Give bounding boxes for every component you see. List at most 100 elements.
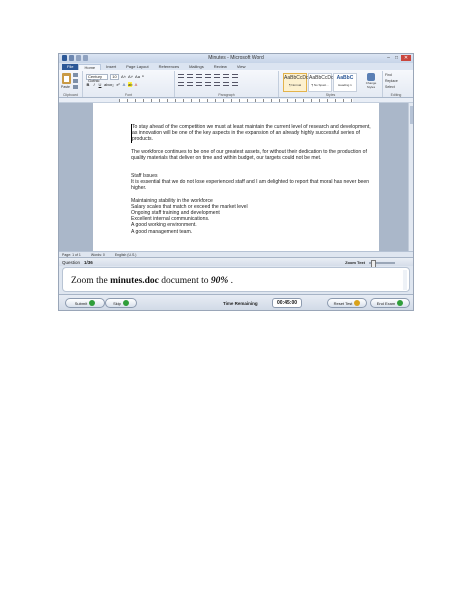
justify-icon[interactable] [205, 82, 211, 86]
align-right-icon[interactable] [196, 82, 202, 86]
maximize-button[interactable]: □ [393, 55, 400, 61]
question-prefix: Zoom the [71, 276, 111, 286]
paste-icon[interactable] [62, 73, 71, 84]
status-language[interactable]: English (U.S.) [115, 253, 137, 257]
cut-icon[interactable] [73, 73, 78, 77]
group-paragraph: Paragraph [175, 71, 279, 97]
question-file: minutes.doc [110, 276, 159, 286]
underline-icon[interactable]: U [98, 82, 102, 87]
group-label-font: Font [124, 93, 132, 97]
reset-icon [354, 300, 361, 306]
submit-button[interactable]: Submit [65, 298, 105, 308]
time-remaining-value: 00:45:00 [272, 298, 302, 308]
zoom-text-label: Zoom Text [345, 260, 365, 265]
exam-header: Question 1/36 Zoom Text [59, 257, 413, 268]
style-name: ¶ Normal [288, 83, 302, 87]
status-words[interactable]: Words: 0 [91, 253, 105, 257]
document-text[interactable]: To stay ahead of the competition we must… [131, 124, 371, 235]
align-left-icon[interactable] [178, 82, 184, 86]
style-no-spacing[interactable]: AaBbCcDc ¶ No Spaci... [308, 73, 334, 92]
replace-button[interactable]: Replace [385, 79, 398, 84]
window-controls: – □ ✕ [385, 55, 411, 61]
style-heading-1[interactable]: AaBbC Heading 1 [333, 73, 357, 92]
italic-icon[interactable]: I [92, 82, 96, 87]
minimize-button[interactable]: – [385, 55, 392, 61]
group-font: Century Gothic 10 A˄ A˅ Aa ᴬ B I U abc x… [83, 71, 175, 97]
style-preview: AaBbCcDc [284, 75, 309, 81]
document-page[interactable]: To stay ahead of the competition we must… [93, 103, 379, 251]
shrink-font-icon[interactable]: A˅ [128, 74, 133, 79]
sort-icon[interactable] [223, 74, 229, 78]
change-styles-icon [367, 73, 375, 81]
group-editing: Find Replace Select Editing [383, 71, 409, 97]
ruler-scale [119, 99, 353, 102]
exam-footer: Submit Skip Time Remaining 00:45:00 Rese… [59, 294, 413, 310]
style-preview: AaBbCcDc [309, 75, 334, 81]
numbering-icon[interactable] [187, 74, 193, 78]
zoom-text-slider[interactable] [369, 260, 395, 268]
vertical-scrollbar[interactable] [408, 103, 413, 251]
text-effects-icon[interactable]: A [122, 82, 126, 87]
increase-indent-icon[interactable] [214, 74, 220, 78]
question-scrollbar[interactable] [403, 270, 407, 290]
highlight-icon[interactable]: ab [128, 82, 132, 87]
paragraph-row-1 [178, 74, 238, 78]
decrease-indent-icon[interactable] [205, 74, 211, 78]
bullets-icon[interactable] [178, 74, 184, 78]
multilevel-list-icon[interactable] [196, 74, 202, 78]
font-name-box[interactable]: Century Gothic [86, 74, 108, 83]
question-text: Zoom the minutes.doc document to 90% . [71, 276, 233, 286]
shading-icon[interactable] [223, 82, 229, 86]
change-styles-button[interactable]: Change Styles [363, 73, 379, 93]
document-area: To stay ahead of the competition we must… [59, 103, 413, 251]
check-icon [89, 300, 96, 306]
superscript-icon[interactable]: x² [116, 82, 120, 87]
clipboard-small-icons [73, 73, 78, 89]
scrollbar-thumb[interactable] [410, 106, 413, 124]
font-color-icon[interactable]: A [134, 82, 138, 87]
group-label-styles: Styles [325, 93, 336, 97]
style-name: ¶ No Spaci... [311, 83, 329, 87]
style-name: Heading 1 [338, 83, 352, 87]
style-normal[interactable]: AaBbCcDc ¶ Normal [283, 73, 309, 92]
style-preview: AaBbC [336, 75, 354, 81]
reset-test-button[interactable]: Reset Test [327, 298, 367, 308]
subscript-icon[interactable]: x₂ [110, 82, 114, 87]
grow-font-icon[interactable]: A˄ [121, 74, 126, 79]
format-painter-icon[interactable] [73, 85, 78, 89]
submit-label: Submit [74, 300, 88, 306]
close-button[interactable]: ✕ [401, 55, 411, 61]
font-size-box[interactable]: 10 [110, 74, 119, 80]
end-exam-label: End Exam [376, 300, 396, 306]
paragraph-row-2 [178, 82, 238, 86]
line-spacing-icon[interactable] [214, 82, 220, 86]
bold-icon[interactable]: B [86, 82, 90, 87]
end-exam-button[interactable]: End Exam [370, 298, 410, 308]
list-item: A good management team. [131, 228, 193, 235]
question-number: 1/36 [84, 260, 93, 265]
copy-icon[interactable] [73, 79, 78, 83]
status-page[interactable]: Page: 1 of 1 [62, 253, 81, 257]
title-bar: Minutes - Microsoft Word – □ ✕ [59, 54, 413, 63]
clear-format-icon[interactable]: ᴬ [142, 74, 144, 79]
select-button[interactable]: Select [385, 85, 398, 90]
skip-button[interactable]: Skip [105, 298, 137, 308]
question-value: 90% [210, 276, 229, 286]
window-title: Minutes - Microsoft Word [208, 55, 264, 61]
group-label-editing: Editing [390, 93, 402, 97]
show-formatting-icon[interactable] [232, 74, 238, 78]
center-icon[interactable] [187, 82, 193, 86]
find-button[interactable]: Find [385, 73, 398, 78]
font-format-row: B I U abc x₂ x² A ab A [86, 82, 138, 87]
group-label-clipboard: Clipboard [63, 93, 78, 97]
paragraph-competition: To stay ahead of the competition we must… [131, 124, 371, 143]
arrow-right-icon [122, 300, 129, 306]
strikethrough-icon[interactable]: abc [104, 82, 110, 87]
group-styles: AaBbCcDc ¶ Normal AaBbCcDc ¶ No Spaci...… [279, 71, 383, 97]
ribbon: Paste Clipboard Century Gothic 10 A˄ A˅ … [59, 70, 413, 98]
group-label-paragraph: Paragraph [218, 93, 235, 97]
question-label: Question [62, 260, 81, 265]
change-case-icon[interactable]: Aa [135, 74, 140, 79]
borders-icon[interactable] [232, 82, 238, 86]
skip-label: Skip [113, 300, 121, 306]
